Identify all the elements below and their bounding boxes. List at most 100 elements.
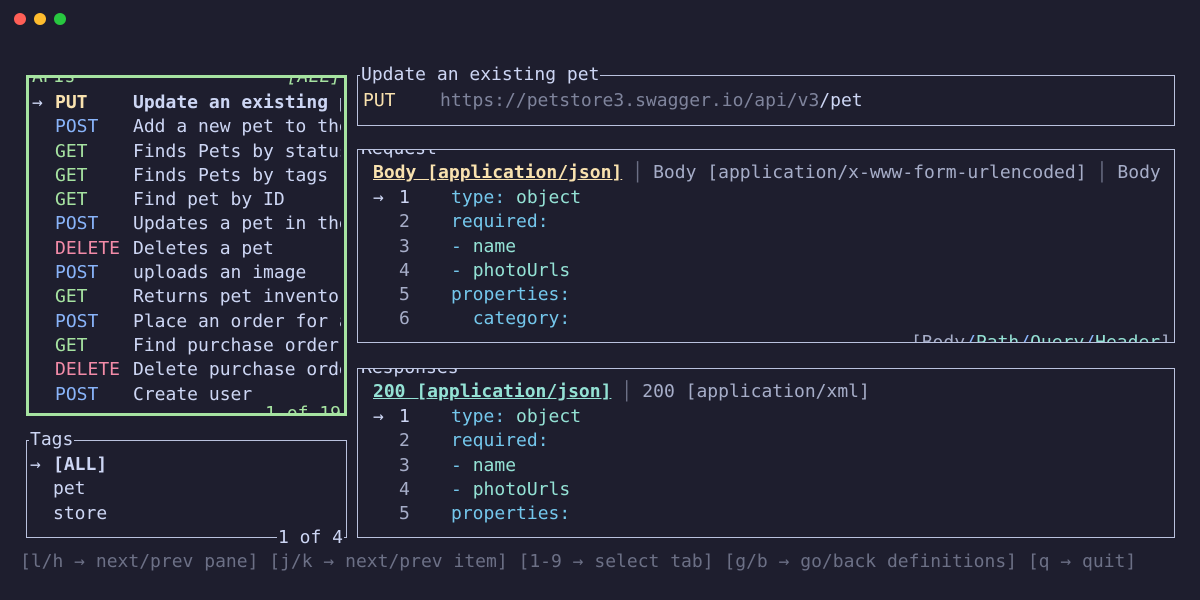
yaml-key: type: [451, 406, 495, 427]
api-list-item[interactable]: POST Place an order for a pet: [29, 310, 341, 334]
apis-pane[interactable]: APIs [ALL] →PUTUpdate an existing petPOS…: [26, 75, 347, 416]
http-method: GET: [55, 164, 88, 186]
http-method: DELETE: [55, 237, 121, 259]
api-list-item[interactable]: DELETE Deletes a pet: [29, 237, 341, 261]
yaml-dash: -: [451, 454, 473, 476]
responses-tab[interactable]: 200 [application/xml]: [642, 380, 870, 404]
tags-pane[interactable]: Tags → [ALL] pet store 1 of 4: [26, 428, 347, 550]
api-list-item[interactable]: → PUT Update an existing pet: [29, 91, 341, 115]
http-method: POST: [55, 310, 99, 332]
section-body[interactable]: Body: [922, 332, 965, 342]
request-title: Request: [360, 150, 438, 161]
schema-line: 5 properties:: [373, 283, 581, 307]
yaml-colon: :: [559, 503, 571, 525]
line-number: 3: [399, 235, 410, 257]
schema-line: → 1 type: object: [373, 186, 581, 210]
schema-line: 4 - photoUrls: [373, 478, 581, 502]
line-number: 6: [399, 308, 410, 330]
line-number: 1: [399, 406, 410, 427]
apis-pane-title: APIs: [31, 78, 77, 89]
line-number: 5: [399, 503, 410, 525]
schema-line: 5 properties:: [373, 502, 581, 526]
yaml-value: object: [505, 187, 582, 208]
schema-line: 2 required:: [373, 429, 581, 453]
responses-title: Responses: [360, 369, 460, 380]
tag-label: [ALL]: [53, 454, 108, 475]
api-list-item[interactable]: DELETE Delete purchase order by ID: [29, 358, 341, 382]
line-number: 2: [399, 211, 410, 233]
line-cursor-arrow: →: [373, 406, 384, 427]
responses-pane[interactable]: Responses 200 [application/json]│200 [ap…: [357, 368, 1175, 538]
http-method: POST: [55, 383, 99, 405]
schema-line: 3 - name: [373, 454, 581, 478]
api-list-item[interactable]: GET Find pet by ID: [29, 188, 341, 212]
endpoint-pane[interactable]: Update an existing pet PUT https://petsto…: [357, 63, 1175, 126]
api-summary: Create user: [133, 383, 253, 405]
request-tab[interactable]: Body [application/json]: [373, 161, 622, 185]
api-summary: Updates a pet in the store: [133, 213, 341, 235]
yaml-key: properties: [451, 284, 560, 306]
yaml-value: name: [472, 454, 517, 476]
endpoint-title: Update an existing pet: [360, 63, 601, 87]
yaml-key: category: [472, 308, 560, 330]
bracket-close: ]: [1160, 332, 1171, 343]
request-schema: → 1 type: object 2 required: 3 - name 4 - photoU…: [373, 186, 581, 332]
section-path[interactable]: Path: [976, 332, 1019, 342]
tag-list-item[interactable]: → [ALL]: [27, 453, 107, 477]
maximize-window-button[interactable]: [54, 13, 66, 25]
request-tab[interactable]: Body [application/xml]: [1117, 161, 1174, 185]
window-controls: [14, 13, 66, 25]
yaml-colon: :: [559, 308, 571, 330]
schema-line: 3 - name: [373, 235, 581, 259]
schema-line: → 1 type: object: [373, 405, 581, 429]
keybinding-help: [l/h → next/prev pane] [j/k → next/prev …: [20, 551, 1137, 572]
yaml-colon: :: [494, 187, 506, 208]
selection-arrow: →: [32, 92, 43, 113]
yaml-value: photoUrls: [472, 259, 571, 281]
responses-schema: → 1 type: object 2 required: 3 - name 4 - photoU…: [373, 405, 581, 526]
footer-separator: /: [1084, 332, 1096, 343]
tags-pagination: 1 of 4: [276, 526, 344, 550]
section-query[interactable]: Query: [1030, 332, 1084, 342]
line-number: 5: [399, 284, 410, 306]
responses-tab[interactable]: 200 [application/json]: [373, 380, 611, 404]
api-summary: Delete purchase order by ID: [133, 359, 341, 381]
api-list-item[interactable]: GET Finds Pets by tags: [29, 164, 341, 188]
api-list-item[interactable]: GET Find purchase order by ID: [29, 334, 341, 358]
yaml-key: properties: [451, 503, 560, 525]
api-list-item[interactable]: POST Add a new pet to the store: [29, 115, 341, 139]
api-summary: Finds Pets by tags: [133, 164, 329, 186]
yaml-value: name: [472, 235, 517, 257]
http-method: GET: [55, 189, 88, 211]
yaml-dash: -: [451, 478, 473, 500]
tag-list-item[interactable]: pet: [27, 477, 107, 501]
api-list-item[interactable]: GET Returns pet inventories: [29, 285, 341, 309]
apis-filter[interactable]: [ALL]: [285, 78, 342, 89]
tag-list-item[interactable]: store: [27, 502, 107, 526]
api-list-item[interactable]: POST uploads an image: [29, 261, 341, 285]
endpoint-method: PUT: [363, 90, 396, 111]
request-tabs: Body [application/json] │ Body [applicatio…: [373, 161, 1174, 185]
selection-arrow: →: [30, 454, 41, 475]
close-window-button[interactable]: [14, 13, 26, 25]
request-pane[interactable]: Request Body [application/json]│Body [ap…: [357, 149, 1175, 343]
bracket-open: [: [910, 332, 922, 343]
yaml-key: required: [451, 430, 538, 452]
api-summary: Returns pet inventories: [133, 286, 341, 308]
yaml-colon: :: [537, 430, 549, 452]
api-list-item[interactable]: POST Updates a pet in the store: [29, 212, 341, 236]
minimize-window-button[interactable]: [34, 13, 46, 25]
yaml-dash: -: [451, 259, 473, 281]
api-summary: Find pet by ID: [133, 189, 285, 211]
line-number: 4: [399, 478, 410, 500]
http-method: GET: [55, 334, 88, 356]
api-list-item[interactable]: GET Finds Pets by status: [29, 140, 341, 164]
schema-line: 2 required:: [373, 210, 581, 234]
responses-tabs: 200 [application/json] │ 200 [application/…: [373, 380, 870, 404]
tag-list: → [ALL] pet store: [27, 453, 107, 526]
http-method: GET: [55, 286, 88, 308]
tab-separator: │: [621, 381, 633, 402]
section-header[interactable]: Header: [1095, 332, 1160, 342]
http-method: POST: [55, 213, 99, 235]
request-tab[interactable]: Body [application/x-www-form-urlencoded]: [653, 161, 1086, 185]
